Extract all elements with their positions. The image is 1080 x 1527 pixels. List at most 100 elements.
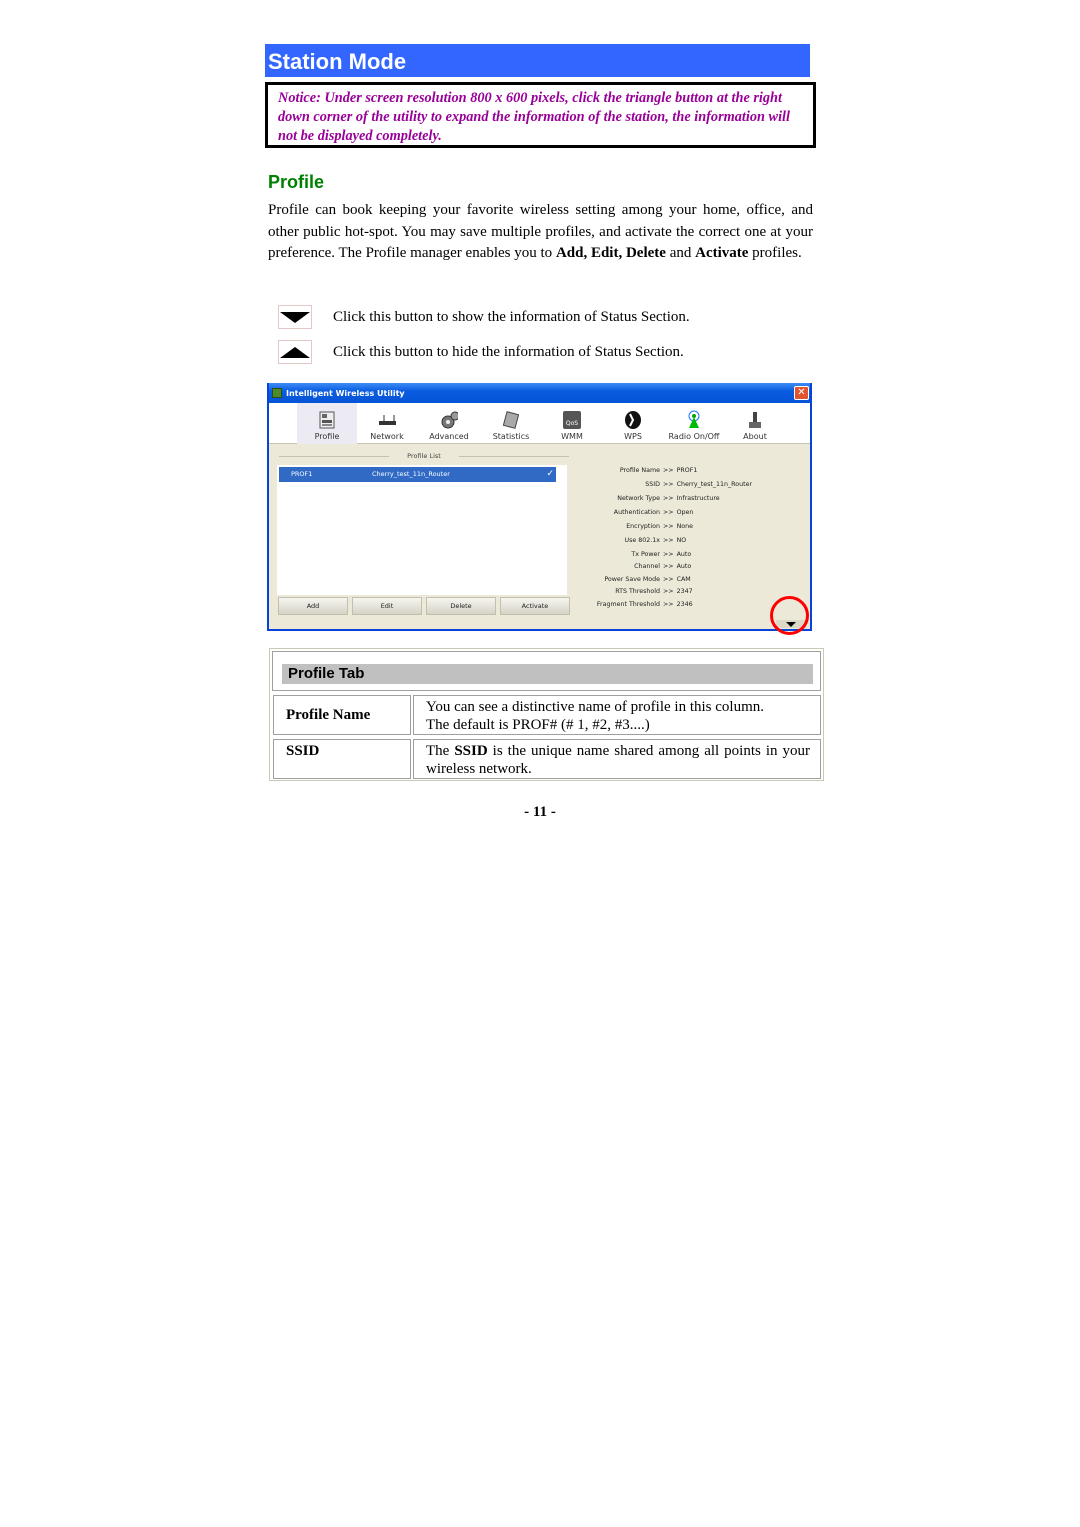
- profile-buttons: Add Edit Delete Activate: [278, 597, 570, 615]
- info-row-power-save: Power Save Mode >> CAM: [569, 576, 819, 583]
- connected-icon: ✓: [546, 469, 554, 479]
- window-title: Intelligent Wireless Utility: [286, 388, 405, 398]
- info-value: PROF1: [676, 467, 698, 474]
- svg-text:QoS: QoS: [566, 420, 578, 427]
- info-row-profile-name: Profile Name >> PROF1: [569, 467, 819, 474]
- info-separator: >>: [663, 563, 674, 570]
- tab-label: Statistics: [492, 432, 530, 441]
- info-row-tx-power: Tx Power >> Auto: [569, 551, 819, 558]
- profile-row[interactable]: PROF1 Cherry_test_11n_Router ✓: [279, 467, 556, 482]
- tab-label: Radio On/Off: [668, 432, 720, 441]
- close-button[interactable]: ✕: [794, 386, 809, 400]
- tab-about[interactable]: About: [725, 403, 785, 444]
- statistics-icon: [502, 410, 520, 430]
- info-row-channel: Channel >> Auto: [569, 563, 819, 570]
- info-row-authentication: Authentication >> Open: [569, 509, 819, 516]
- tab-label: Network: [370, 432, 404, 441]
- table-value-line: The default is PROF# (# 1, #2, #3....): [426, 717, 650, 733]
- profile-tab-table: Profile Tab Profile Name You can see a d…: [269, 648, 824, 781]
- info-key: Use 802.1x: [624, 537, 660, 544]
- window-titlebar: Intelligent Wireless Utility: [269, 383, 810, 403]
- info-row-8021x: Use 802.1x >> NO: [569, 537, 819, 544]
- info-separator: >>: [663, 537, 674, 544]
- para-text: and: [665, 245, 696, 262]
- tab-profile[interactable]: Profile: [297, 403, 357, 444]
- info-value: 2346: [676, 601, 693, 608]
- info-value: CAM: [676, 576, 691, 583]
- profile-name: PROF1: [291, 470, 313, 478]
- info-row-encryption: Encryption >> None: [569, 523, 819, 530]
- toolbar: Profile Network Advanced Statistics QoS …: [269, 403, 810, 444]
- about-icon: [746, 410, 764, 430]
- info-separator: >>: [663, 467, 674, 474]
- triangle-down-icon: [280, 311, 310, 323]
- profile-list-label: Profile List: [279, 452, 569, 460]
- tab-wmm[interactable]: QoS WMM: [542, 403, 602, 444]
- info-separator: >>: [663, 495, 674, 502]
- add-button[interactable]: Add: [278, 597, 348, 615]
- table-value-line: You can see a distinctive name of profil…: [426, 699, 764, 715]
- profile-icon: [318, 410, 336, 430]
- info-separator: >>: [663, 588, 674, 595]
- info-separator: >>: [663, 551, 674, 558]
- para-bold-actions: Add, Edit, Delete: [555, 245, 666, 262]
- info-value: Auto: [676, 563, 692, 570]
- info-row-rts: RTS Threshold >> 2347: [569, 588, 819, 595]
- info-key: Power Save Mode: [604, 576, 660, 583]
- info-key: Fragment Threshold: [596, 601, 660, 608]
- highlight-circle: [770, 596, 809, 635]
- activate-button[interactable]: Activate: [500, 597, 570, 615]
- tab-label: WMM: [561, 432, 583, 441]
- wps-icon: [624, 410, 642, 430]
- page-title: Station Mode: [265, 44, 810, 77]
- info-value: Open: [676, 509, 694, 516]
- info-value: NO: [676, 537, 687, 544]
- info-key: Authentication: [613, 509, 660, 516]
- info-row-network-type: Network Type >> Infrastructure: [569, 495, 819, 502]
- table-value-bold: SSID: [454, 743, 488, 759]
- info-key: Channel: [634, 563, 660, 570]
- profile-list: PROF1 Cherry_test_11n_Router ✓: [277, 465, 567, 595]
- app-icon: [272, 388, 282, 398]
- tab-radio-onoff[interactable]: Radio On/Off: [664, 403, 724, 444]
- edit-button[interactable]: Edit: [352, 597, 422, 615]
- info-value: None: [676, 523, 693, 530]
- triangle-up-icon: [280, 346, 310, 358]
- info-value: Cherry_test_11n_Router: [676, 481, 753, 488]
- table-key-profile-name: Profile Name: [273, 695, 411, 735]
- info-key: Encryption: [626, 523, 660, 530]
- delete-button[interactable]: Delete: [426, 597, 496, 615]
- radio-icon: [685, 410, 703, 430]
- table-header-box: Profile Tab: [272, 651, 821, 691]
- notice-box: Notice: Under screen resolution 800 x 60…: [265, 82, 816, 148]
- advanced-icon: [440, 410, 458, 430]
- info-key: SSID: [645, 481, 660, 488]
- tab-label: About: [743, 432, 767, 441]
- tab-label: WPS: [624, 432, 642, 441]
- show-status-row: Click this button to show the informatio…: [278, 305, 690, 329]
- hide-status-button[interactable]: [278, 340, 312, 364]
- profile-ssid: Cherry_test_11n_Router: [372, 470, 450, 478]
- info-separator: >>: [663, 481, 674, 488]
- utility-window: Intelligent Wireless Utility ✕ Profile N…: [267, 383, 812, 631]
- table-value-ssid: The SSID is the unique name shared among…: [413, 739, 821, 779]
- info-separator: >>: [663, 523, 674, 530]
- info-value: 2347: [676, 588, 693, 595]
- info-separator: >>: [663, 576, 674, 583]
- tab-wps[interactable]: WPS: [603, 403, 663, 444]
- tab-label: Profile: [314, 432, 340, 441]
- info-key: Network Type: [617, 495, 660, 502]
- info-separator: >>: [663, 601, 674, 608]
- show-status-description: Click this button to show the informatio…: [333, 308, 690, 325]
- hide-status-row: Click this button to hide the informatio…: [278, 340, 684, 364]
- info-row-ssid: SSID >> Cherry_test_11n_Router: [569, 481, 819, 488]
- tab-statistics[interactable]: Statistics: [481, 403, 541, 444]
- info-separator: >>: [663, 509, 674, 516]
- tab-network[interactable]: Network: [357, 403, 417, 444]
- page-number: - 11 -: [524, 804, 556, 820]
- tab-advanced[interactable]: Advanced: [419, 403, 479, 444]
- info-key: RTS Threshold: [615, 588, 660, 595]
- wmm-qos-icon: QoS: [563, 410, 581, 430]
- show-status-button[interactable]: [278, 305, 312, 329]
- network-icon: [378, 410, 396, 430]
